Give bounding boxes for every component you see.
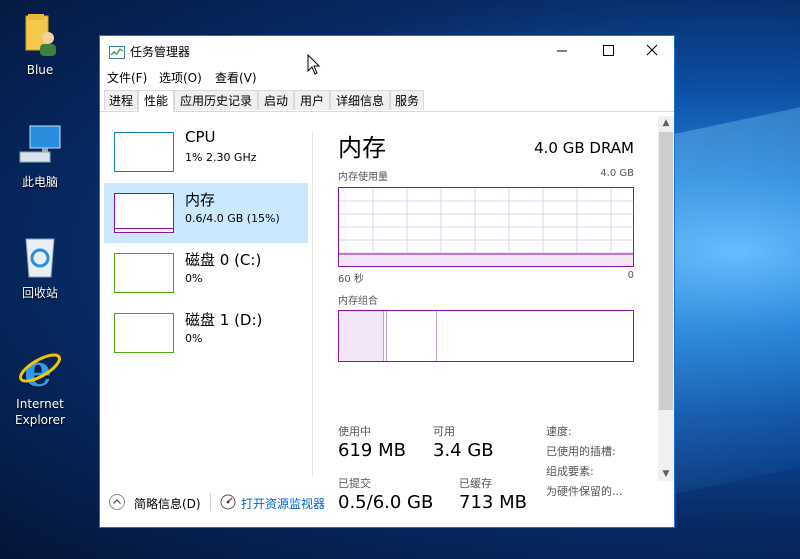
summary-link[interactable]: 简略信息(D) — [134, 495, 201, 512]
title-bar[interactable]: 任务管理器 — [100, 36, 674, 66]
mouse-pointer-icon — [307, 53, 321, 76]
tab-strip: 进程 性能 应用历史记录 启动 用户 详细信息 服务 — [100, 90, 674, 112]
task-manager-window: 任务管理器 文件(F) 选项(O) 查看(V) 进程 性能 应用历史记录 启动 … — [99, 35, 675, 528]
resource-value: 0% — [185, 332, 203, 345]
tab-app-history[interactable]: 应用历史记录 — [174, 90, 258, 110]
in-use-label: 使用中 — [338, 425, 371, 438]
resource-list: CPU 1% 2.30 GHz 内存 0.6/4.0 GB (15%) 磁盘 0… — [104, 116, 310, 481]
scrollbar-thumb[interactable] — [659, 132, 673, 410]
resource-cpu[interactable]: CPU 1% 2.30 GHz — [104, 122, 308, 182]
minimize-button[interactable] — [539, 36, 585, 66]
tab-startup[interactable]: 启动 — [258, 90, 294, 110]
maximize-icon — [603, 45, 614, 56]
page-title: 内存 — [338, 134, 386, 162]
minimize-icon — [557, 50, 567, 52]
task-manager-icon — [109, 44, 125, 59]
desktop-icon-label: 此电脑 — [21, 175, 58, 189]
resource-monitor-icon — [220, 494, 236, 510]
resource-value: 0.6/4.0 GB (15%) — [185, 212, 280, 225]
composition-modified — [386, 311, 387, 361]
usage-graph-label: 内存使用量 — [338, 172, 388, 183]
memory-composition-bar — [338, 310, 634, 362]
desktop-icon-internet-explorer[interactable]: e Internet Explorer — [4, 344, 76, 428]
chevron-up-circle-icon — [109, 494, 125, 510]
tab-details[interactable]: 详细信息 — [330, 90, 390, 110]
desktop-icon-recycle-bin[interactable]: 回收站 — [4, 233, 76, 301]
slots-label: 已使用的插槽: — [546, 445, 616, 458]
resource-value: 0% — [185, 272, 203, 285]
close-button[interactable] — [629, 36, 675, 66]
collapse-button[interactable] — [109, 494, 125, 510]
resource-name: 磁盘 1 (D:) — [185, 311, 263, 329]
vertical-scrollbar[interactable]: ▲ ▼ — [658, 116, 674, 481]
tab-processes[interactable]: 进程 — [104, 90, 138, 110]
footer-bar: 简略信息(D) 打开资源监视器 — [100, 488, 674, 518]
recycle-bin-icon — [16, 233, 64, 281]
cpu-mini-graph — [114, 132, 174, 172]
close-icon — [646, 44, 658, 56]
tab-users[interactable]: 用户 — [294, 90, 330, 110]
desktop-icon-label: 回收站 — [21, 286, 58, 300]
desktop-icon-label: Blue — [26, 63, 54, 77]
scroll-down-icon[interactable]: ▼ — [658, 467, 674, 481]
tab-services[interactable]: 服务 — [390, 90, 424, 110]
graph-time-right: 0 — [627, 270, 634, 281]
menu-view[interactable]: 查看(V) — [215, 69, 257, 86]
maximize-button[interactable] — [585, 36, 631, 66]
desktop-icon-user-folder[interactable]: Blue — [4, 10, 76, 78]
form-factor-label: 组成要素: — [546, 465, 594, 478]
computer-icon — [16, 122, 64, 170]
resource-memory[interactable]: 内存 0.6/4.0 GB (15%) — [104, 183, 308, 243]
resource-name: CPU — [185, 128, 216, 146]
tab-performance[interactable]: 性能 — [138, 90, 174, 112]
memory-total-label: 4.0 GB DRAM — [534, 139, 634, 157]
svg-text:e: e — [24, 346, 52, 392]
scroll-up-icon[interactable]: ▲ — [658, 116, 674, 130]
resource-disk-0[interactable]: 磁盘 0 (C:) 0% — [104, 243, 308, 303]
menu-file[interactable]: 文件(F) — [107, 69, 147, 86]
desktop-icon-this-pc[interactable]: 此电脑 — [4, 122, 76, 190]
menu-bar: 文件(F) 选项(O) 查看(V) — [100, 66, 674, 88]
pane-divider — [312, 131, 313, 476]
resource-value: 1% 2.30 GHz — [185, 151, 257, 164]
memory-usage-grid — [339, 188, 633, 266]
memory-mini-graph — [114, 193, 174, 233]
user-folder-icon — [16, 10, 64, 58]
speed-label: 速度: — [546, 425, 572, 438]
memory-usage-graph — [338, 187, 634, 267]
available-label: 可用 — [433, 425, 455, 438]
footer-divider — [210, 493, 211, 511]
graph-time-left: 60 秒 — [338, 274, 364, 285]
resource-name: 磁盘 0 (C:) — [185, 251, 262, 269]
in-use-value: 619 MB — [338, 440, 406, 461]
desktop-icon-label: Internet Explorer — [15, 397, 65, 427]
disk0-mini-graph — [114, 253, 174, 293]
available-value: 3.4 GB — [433, 440, 494, 461]
internet-explorer-icon: e — [16, 344, 64, 397]
window-title: 任务管理器 — [130, 45, 191, 59]
composition-standby — [436, 311, 437, 361]
usage-graph-max: 4.0 GB — [600, 168, 634, 179]
composition-in-use — [339, 311, 384, 361]
memory-usage-area — [339, 254, 633, 266]
menu-options[interactable]: 选项(O) — [159, 69, 202, 86]
composition-label: 内存组合 — [338, 296, 378, 307]
resource-disk-1[interactable]: 磁盘 1 (D:) 0% — [104, 303, 308, 363]
open-resource-monitor-link[interactable]: 打开资源监视器 — [241, 495, 325, 512]
resource-name: 内存 — [185, 191, 216, 209]
disk1-mini-graph — [114, 313, 174, 353]
